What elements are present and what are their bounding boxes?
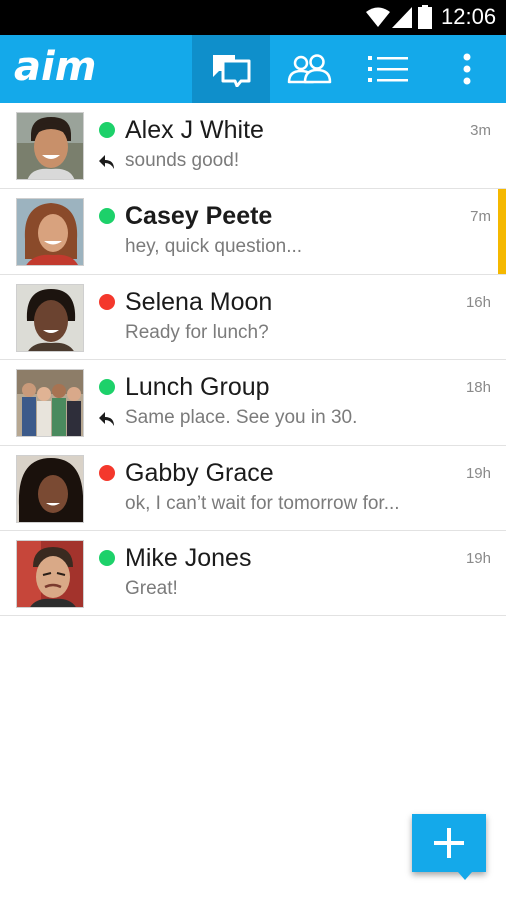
conversation-row[interactable]: Lunch Group 18h Same place. See you in 3… (0, 360, 506, 446)
new-message-button[interactable] (412, 814, 486, 880)
wifi-icon (366, 7, 390, 27)
conversation-row[interactable]: Selena Moon 16h Ready for lunch? (0, 275, 506, 360)
avatar (16, 540, 84, 608)
avatar (16, 112, 84, 180)
message-preview: ok, I can’t wait for tomorrow for... (125, 493, 400, 514)
contact-name: Gabby Grace (125, 459, 274, 487)
battery-icon (418, 5, 432, 29)
presence-online-dot (99, 208, 115, 224)
avatar (16, 455, 84, 523)
message-preview: Great! (125, 578, 178, 599)
message-preview: Same place. See you in 30. (125, 407, 358, 428)
app-bar: aim (0, 35, 506, 103)
status-clock: 12:06 (441, 4, 497, 29)
message-preview: hey, quick question... (125, 236, 303, 257)
message-preview: sounds good! (125, 150, 240, 171)
plus-icon (434, 828, 464, 858)
reply-arrow-icon (99, 412, 114, 426)
avatar (16, 198, 84, 266)
overflow-menu-icon (463, 53, 471, 85)
message-preview: Ready for lunch? (125, 322, 269, 343)
conversation-row[interactable]: Alex J White 3m sounds good! (0, 103, 506, 189)
tab-buddies[interactable] (272, 35, 348, 103)
chat-bubbles-icon (213, 55, 251, 87)
contact-name: Mike Jones (125, 544, 252, 572)
cell-signal-icon (392, 7, 412, 28)
presence-away-dot (99, 294, 115, 310)
tab-feed[interactable] (350, 35, 426, 103)
presence-online-dot (99, 379, 115, 395)
unread-indicator (498, 189, 506, 274)
status-bar: 12:06 (0, 0, 506, 35)
tab-chats[interactable] (192, 35, 270, 103)
presence-away-dot (99, 465, 115, 481)
reply-arrow-icon (99, 155, 114, 169)
aim-logo: aim (14, 44, 97, 90)
buddies-icon (287, 54, 332, 84)
message-time: 19h (465, 550, 491, 567)
conversation-list: Alex J White 3m sounds good! Casey Peete… (0, 103, 506, 616)
presence-online-dot (99, 122, 115, 138)
overflow-menu-button[interactable] (428, 35, 506, 103)
conversation-row[interactable]: Casey Peete 7m hey, quick question... (0, 189, 506, 275)
fab-tail (458, 872, 472, 880)
message-time: 16h (465, 294, 491, 311)
message-time: 7m (470, 208, 491, 225)
conversation-row[interactable]: Gabby Grace 19h ok, I can’t wait for tom… (0, 446, 506, 531)
presence-online-dot (99, 550, 115, 566)
contact-name: Lunch Group (125, 373, 270, 401)
contact-name: Selena Moon (125, 288, 273, 316)
message-time: 18h (465, 379, 491, 396)
conversation-row[interactable]: Mike Jones 19h Great! (0, 531, 506, 616)
message-time: 19h (465, 465, 491, 482)
contact-name: Alex J White (125, 116, 264, 144)
avatar (16, 284, 84, 352)
avatar (16, 369, 84, 437)
message-time: 3m (470, 122, 491, 139)
list-icon (368, 56, 408, 82)
contact-name: Casey Peete (125, 202, 273, 230)
